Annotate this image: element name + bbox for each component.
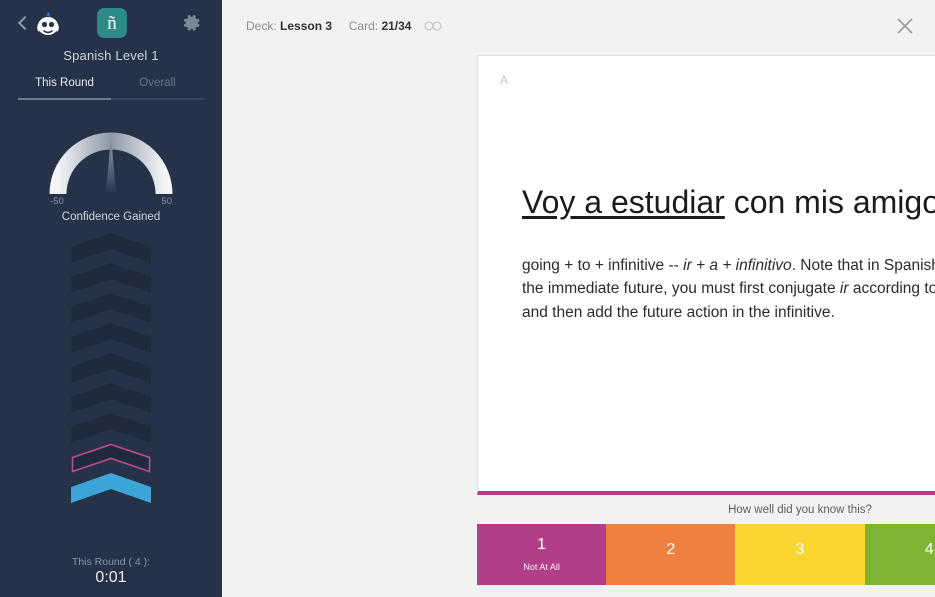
chevron-level-7 [71, 293, 151, 323]
sidebar-tabs: This Round Overall [0, 77, 222, 98]
deck-name: Lesson 3 [280, 19, 332, 33]
study-main-area: Deck: Lesson 3 Card: 21/34 A [222, 0, 935, 597]
tab-overall[interactable]: Overall [111, 77, 204, 98]
round-timer: This Round ( 4 ): 0:01 [0, 556, 222, 587]
card-question-highlight: Voy a estudiar [522, 184, 725, 220]
rating-number: 1 [537, 537, 546, 553]
answer-text-run: going + to + infinitive -- [522, 257, 683, 274]
chevron-level-2-outline [71, 443, 151, 473]
gauge-arc [48, 114, 174, 200]
rating-number: 3 [796, 542, 805, 558]
chevron-level-6 [71, 323, 151, 353]
card-position: 21/34 [381, 19, 411, 33]
tab-this-round[interactable]: This Round [18, 77, 111, 98]
round-timer-value: 0:01 [0, 569, 222, 587]
rating-prompt: How well did you know this? [477, 504, 935, 516]
sidebar-tab-underline [0, 98, 222, 100]
gear-icon[interactable] [182, 13, 202, 33]
tab-underline-active [18, 98, 111, 100]
flashcard: A Voy a estudiar con mis amigos going + … [477, 55, 935, 495]
course-title: Spanish Level 1 [0, 48, 222, 63]
gauge-caption: Confidence Gained [62, 211, 160, 223]
owl-mascot-icon[interactable] [33, 8, 63, 38]
answer-italic-run: ir [840, 280, 849, 297]
rating-button-2[interactable]: 2 [606, 524, 735, 585]
card-question-rest: con mis amigos [725, 184, 935, 220]
flashcard-body: Voy a estudiar con mis amigos going + to… [478, 182, 935, 324]
rating-number: 4 [925, 542, 934, 558]
card-answer-explanation: going + to + infinitive -- ir + a + infi… [522, 254, 935, 324]
card-prefix-label: Card: [349, 19, 378, 33]
answer-text-run: according to the subject, add [849, 280, 935, 297]
chevron-level-3 [71, 413, 151, 443]
back-chevron-icon[interactable] [16, 16, 30, 30]
card-question: Voy a estudiar con mis amigos [522, 182, 935, 222]
tab-underline-inactive [111, 98, 204, 100]
study-toolbar: Deck: Lesson 3 Card: 21/34 [222, 0, 935, 52]
chevron-level-4 [71, 383, 151, 413]
deck-prefix-label: Deck: [246, 19, 277, 33]
chevron-level-5 [71, 353, 151, 383]
gauge-scale: -50 50 [50, 196, 172, 207]
round-timer-label: This Round ( 4 ): [0, 556, 222, 568]
chevron-level-8 [71, 263, 151, 293]
rating-button-3[interactable]: 3 [735, 524, 864, 585]
answer-italic-run: ir + a + infinitivo [683, 257, 792, 274]
close-icon[interactable] [893, 14, 917, 38]
chevron-level-1-filled [71, 473, 151, 503]
rating-buttons: 1 Not At All 2 3 4 5 Perfectly [477, 524, 935, 585]
rating-button-4[interactable]: 4 [865, 524, 935, 585]
confidence-chevron-stack [0, 233, 222, 503]
card-side-label: A [500, 73, 508, 87]
sidebar-topbar: ñ [0, 0, 222, 46]
chevron-level-9 [71, 233, 151, 263]
app-language-icon[interactable]: ñ [97, 8, 127, 38]
glasses-icon[interactable] [424, 20, 442, 34]
rating-button-1[interactable]: 1 Not At All [477, 524, 606, 585]
rating-number: 2 [666, 542, 675, 558]
gauge-max-label: 50 [161, 196, 172, 207]
confidence-gauge: -50 50 Confidence Gained [0, 114, 222, 223]
deck-card-info: Deck: Lesson 3 Card: 21/34 [246, 19, 442, 34]
rating-sublabel: Not At All [523, 562, 560, 572]
stats-sidebar: ñ Spanish Level 1 This Round Overall [0, 0, 222, 597]
gauge-min-label: -50 [50, 196, 64, 207]
flashcard-header: A [478, 56, 935, 104]
